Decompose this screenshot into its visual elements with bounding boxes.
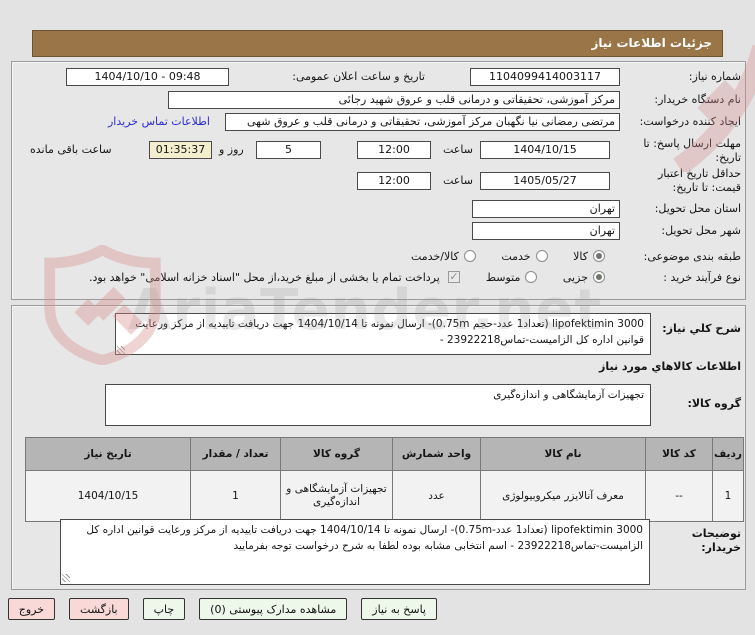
print-button[interactable]: چاپ: [142, 598, 186, 620]
classification-option-goods: کالا: [573, 250, 605, 263]
process-type-label: نوع فرآیند خرید :: [663, 271, 741, 284]
cell-unit: عدد: [392, 470, 481, 522]
reply-to-need-button[interactable]: پاسخ به نیاز: [361, 598, 437, 620]
cell-quantity: 1: [190, 470, 281, 522]
radio-medium-label: متوسط: [485, 271, 521, 284]
col-header-row-number: ردیف: [712, 437, 744, 471]
cell-need-date: 1404/10/15: [25, 470, 191, 522]
price-validity-hour-label: ساعت: [443, 174, 473, 187]
cell-goods-name: معرف آنالایزر میکروبیولوژی: [480, 470, 646, 522]
radio-goods-service-label: کالا/خدمت: [411, 250, 459, 263]
buyer-org-label: نام دستگاه خریدار:: [654, 93, 741, 106]
classification-option-goods-service: کالا/خدمت: [411, 250, 476, 263]
col-header-quantity: تعداد / مقدار: [190, 437, 281, 471]
col-header-goods-group: گروه کالا: [280, 437, 393, 471]
reply-deadline-label: مهلت ارسال پاسخ: تا تاریخ:: [643, 137, 741, 164]
process-option-minor: جزیی: [563, 271, 605, 284]
cell-goods-group: تجهیزات آزمایشگاهی و اندازه‌گیری: [280, 470, 393, 522]
cell-row-number: 1: [712, 470, 744, 522]
view-attachments-button[interactable]: مشاهده مدارک پیوستی (0): [199, 598, 348, 620]
reply-deadline-hour-label: ساعت: [443, 143, 473, 156]
radio-minor-label: جزیی: [562, 271, 588, 284]
request-creator-field[interactable]: مرتضی رمضانی نیا نگهبان مرکز آموزشی، تحق…: [225, 113, 620, 131]
buyer-contact-link[interactable]: اطلاعات تماس خریدار: [108, 115, 210, 128]
treasury-note: پرداخت تمام یا بخشی از مبلغ خرید،از محل …: [89, 271, 440, 284]
radio-service-label: خدمت: [501, 250, 531, 263]
buyer-org-field[interactable]: مرکز آموزشی، تحقیقاتی و درمانی قلب و عرو…: [168, 91, 620, 109]
action-button-row: پاسخ به نیاز مشاهده مدارک پیوستی (0) چاپ…: [7, 598, 437, 620]
reply-deadline-time-field[interactable]: 12:00: [357, 141, 431, 159]
need-description-textarea[interactable]: lipofektimin 3000 (تعداد1 عدد-حجم 0.75m)…: [115, 313, 651, 355]
classification-option-service: خدمت: [501, 250, 548, 263]
countdown-field[interactable]: 01:35:37: [149, 141, 212, 159]
need-description-label: شرح کلي نیاز:: [662, 322, 741, 335]
province-field[interactable]: تهران: [472, 200, 620, 218]
goods-group-label: گروه کالا:: [687, 397, 741, 410]
price-validity-time-field[interactable]: 12:00: [357, 172, 431, 190]
need-details-window: جزئیات اطلاعات نیاز شماره نیاز: 11040994…: [0, 0, 755, 635]
radio-minor[interactable]: [593, 271, 605, 283]
need-number-field[interactable]: 1104099414003117: [470, 68, 620, 86]
radio-goods-label: کالا: [573, 250, 588, 263]
col-header-goods-code: کد کالا: [645, 437, 713, 471]
radio-goods-service[interactable]: [463, 250, 476, 262]
city-label: شهر محل تحویل:: [661, 224, 741, 237]
classification-label: طبقه بندی موضوعی:: [643, 250, 741, 263]
need-number-label: شماره نیاز:: [688, 70, 741, 83]
price-validity-label: حداقل تاریخ اعتبار قیمت: تا تاریخ:: [657, 167, 741, 194]
table-row: 1 -- معرف آنالایزر میکروبیولوژی عدد تجهی…: [25, 470, 744, 522]
goods-info-header: اطلاعات کالاهاي مورد نیاز: [599, 360, 741, 373]
buyer-notes-textarea[interactable]: lipofektimin 3000 (تعداد1 عدد-0.75m)- ار…: [60, 519, 650, 585]
exit-button[interactable]: خروج: [7, 598, 56, 620]
province-label: استان محل تحویل:: [654, 202, 741, 215]
radio-medium[interactable]: [525, 271, 538, 283]
reply-deadline-date-field[interactable]: 1404/10/15: [480, 141, 610, 159]
announce-datetime-label: تاریخ و ساعت اعلان عمومی:: [292, 70, 425, 83]
goods-table-header-row: ردیف کد کالا نام کالا واحد شمارش گروه کا…: [25, 437, 744, 471]
radio-service[interactable]: [535, 250, 548, 262]
goods-group-field[interactable]: تجهیزات آزمایشگاهی و اندازه‌گیری: [105, 384, 651, 426]
goods-table: ردیف کد کالا نام کالا واحد شمارش گروه کا…: [25, 437, 744, 522]
col-header-goods-name: نام کالا: [480, 437, 646, 471]
days-left-field[interactable]: 5: [256, 141, 321, 159]
buyer-notes-label: توضیحات خریدار:: [691, 527, 741, 554]
treasury-checkbox[interactable]: [448, 269, 461, 284]
classification-options: کالا خدمت کالا/خدمت: [389, 249, 605, 264]
process-type-options: جزیی متوسط پرداخت تمام یا بخشی از مبلغ خ…: [25, 269, 605, 285]
remaining-hours-label: ساعت باقی مانده: [30, 143, 112, 156]
days-label: روز و: [219, 143, 244, 156]
request-creator-label: ایجاد کننده درخواست:: [639, 115, 741, 128]
back-button[interactable]: بازگشت: [69, 598, 129, 620]
cell-goods-code: --: [645, 470, 713, 522]
col-header-unit: واحد شمارش: [392, 437, 481, 471]
col-header-need-date: تاریخ نیاز: [25, 437, 191, 471]
announce-datetime-field[interactable]: 1404/10/10 - 09:48: [66, 68, 229, 86]
process-option-medium: متوسط: [486, 271, 538, 284]
city-field[interactable]: تهران: [472, 222, 620, 240]
price-validity-date-field[interactable]: 1405/05/27: [480, 172, 610, 190]
resize-handle-icon[interactable]: [117, 346, 125, 354]
resize-handle-icon[interactable]: [62, 574, 70, 582]
page-title: جزئیات اطلاعات نیاز: [32, 30, 723, 57]
radio-goods[interactable]: [593, 250, 605, 262]
